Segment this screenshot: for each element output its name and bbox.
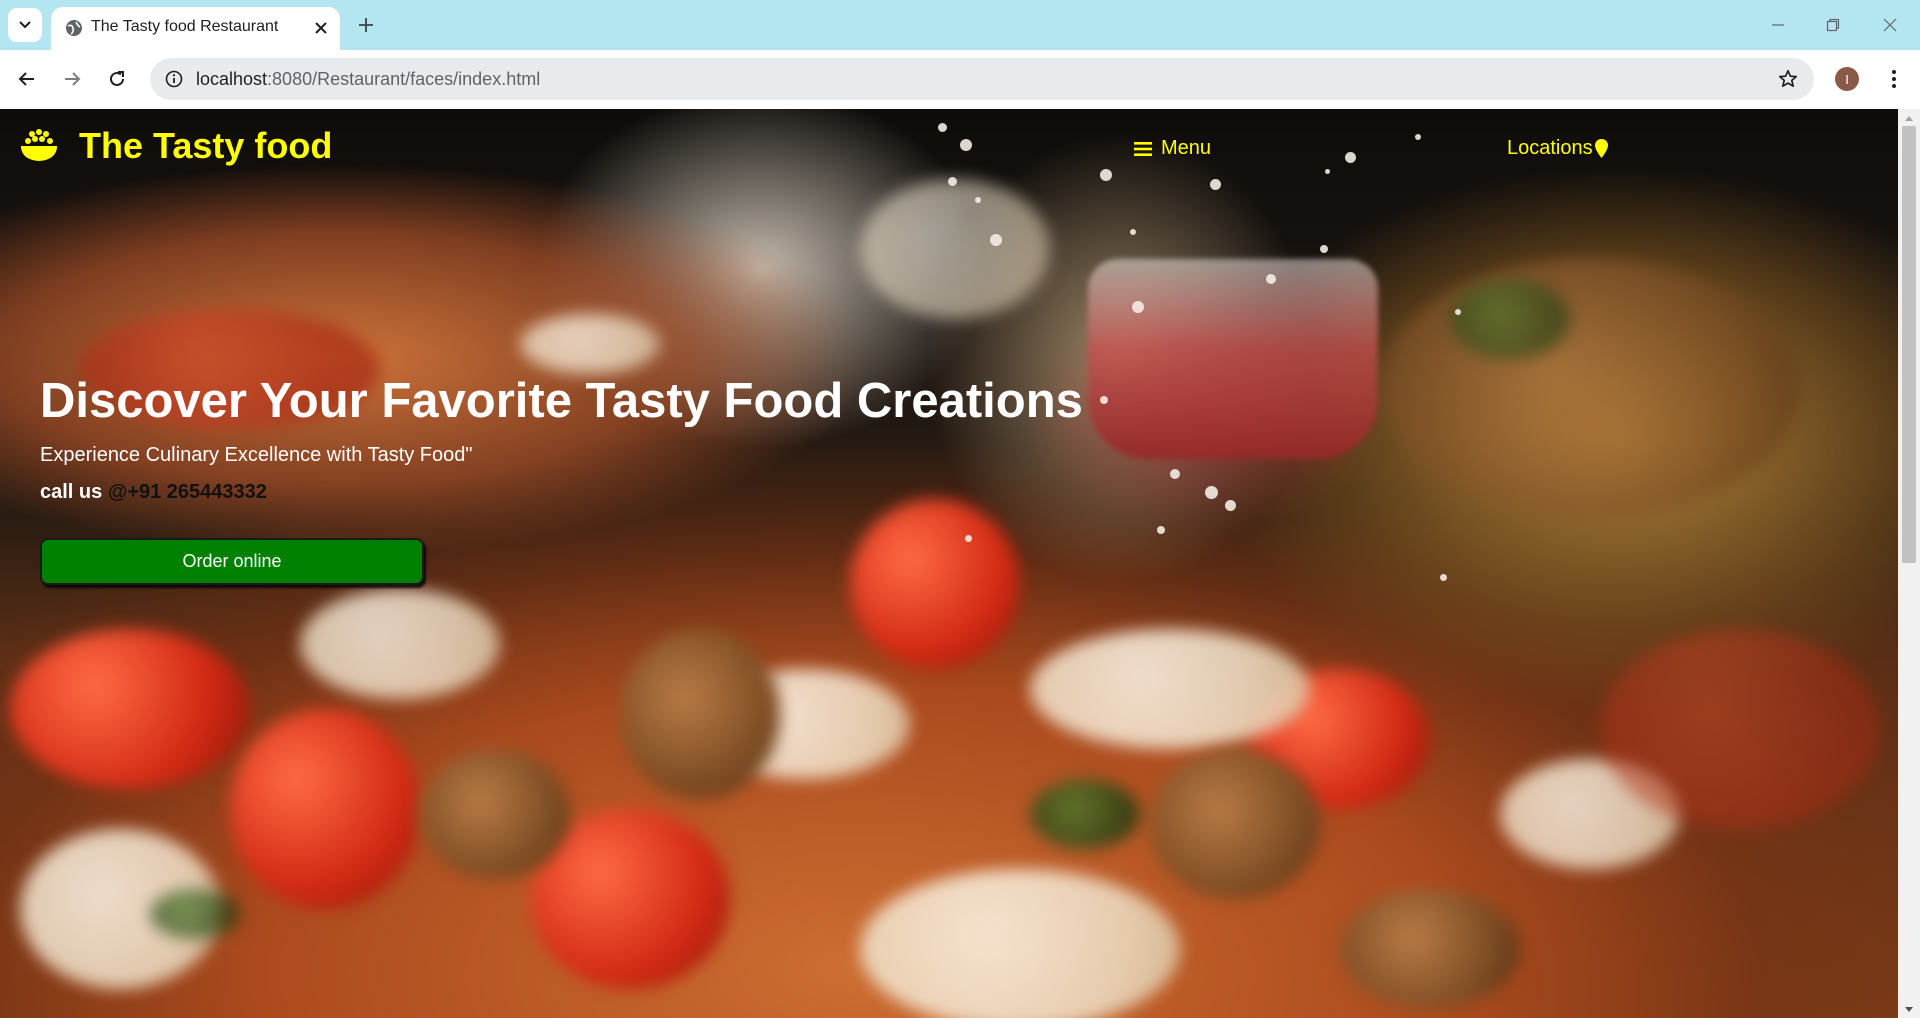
- browser-tab[interactable]: The Tasty food Restaurant: [51, 7, 340, 50]
- arrow-right-icon: [65, 72, 81, 86]
- browser-menu-button[interactable]: [1878, 63, 1910, 95]
- brand-link[interactable]: The Tasty food: [20, 125, 332, 167]
- order-online-button[interactable]: Order online: [40, 538, 424, 585]
- new-tab-button[interactable]: [352, 11, 380, 39]
- scroll-up-button[interactable]: [1898, 109, 1920, 126]
- scroll-down-button[interactable]: [1898, 1001, 1920, 1018]
- food-bowl-icon: [21, 129, 57, 161]
- url-path: :8080/Restaurant/faces/index.html: [267, 69, 541, 89]
- nav-locations-link[interactable]: Locations: [1507, 137, 1609, 160]
- hero-background-photo: [860, 179, 1050, 319]
- call-prefix: call us: [40, 481, 108, 503]
- sauce-cup-decoration: [1088, 259, 1378, 459]
- hero-call-us: call us @+91 265443332: [40, 481, 267, 504]
- nav-locations-label: Locations: [1507, 137, 1593, 159]
- back-button[interactable]: [7, 59, 47, 99]
- tab-close-button[interactable]: [310, 17, 332, 39]
- hamburger-icon: [1134, 141, 1152, 156]
- hero-title: Discover Your Favorite Tasty Food Creati…: [40, 374, 1083, 428]
- tab-title: The Tasty food Restaurant: [91, 18, 279, 35]
- caret-up-icon: [1905, 115, 1913, 121]
- arrow-left-icon: [18, 72, 34, 86]
- reload-icon: [110, 71, 124, 86]
- nav-menu-link[interactable]: Menu: [1134, 137, 1211, 160]
- browser-toolbar: localhost:8080/Restaurant/faces/index.ht…: [0, 50, 1920, 109]
- close-icon: [1883, 18, 1897, 32]
- browser-chrome: The Tasty food Restaurant localhost:8080…: [0, 0, 1920, 109]
- address-bar[interactable]: localhost:8080/Restaurant/faces/index.ht…: [150, 58, 1814, 100]
- star-icon: [1778, 69, 1798, 88]
- site-info-button[interactable]: [158, 63, 190, 95]
- page-scrollbar[interactable]: [1898, 109, 1920, 1018]
- nav-menu-label: Menu: [1161, 137, 1212, 159]
- brand-name: The Tasty food: [79, 125, 333, 166]
- chevron-down-icon: [19, 21, 31, 29]
- restore-icon: [1826, 18, 1840, 32]
- hero-subtitle: Experience Culinary Excellence with Tast…: [40, 444, 473, 466]
- globe-icon: [66, 20, 82, 36]
- close-icon: [315, 22, 327, 34]
- site-navbar: The Tasty food Menu Locations: [0, 109, 1898, 179]
- caret-down-icon: [1905, 1006, 1913, 1012]
- info-icon: [165, 70, 183, 88]
- location-pin-icon: [1594, 139, 1608, 158]
- forward-button[interactable]: [52, 59, 92, 99]
- tab-strip: The Tasty food Restaurant: [0, 0, 1920, 50]
- url-host: localhost: [196, 69, 268, 89]
- minimize-icon: [1772, 24, 1784, 26]
- close-window-button[interactable]: [1870, 8, 1910, 42]
- page-viewport: The Tasty food Menu Locations Discover Y…: [0, 109, 1920, 1018]
- phone-number: @+91 265443332: [107, 481, 267, 503]
- bookmark-button[interactable]: [1772, 63, 1804, 95]
- hero-section: The Tasty food Menu Locations Discover Y…: [0, 109, 1898, 1018]
- url-text: localhost:8080/Restaurant/faces/index.ht…: [196, 69, 540, 90]
- tab-list-button[interactable]: [8, 8, 42, 42]
- profile-avatar[interactable]: I: [1835, 67, 1859, 91]
- scrollbar-thumb[interactable]: [1902, 126, 1916, 563]
- plus-icon: [359, 18, 373, 32]
- kebab-icon: [1892, 70, 1896, 88]
- restore-button[interactable]: [1813, 8, 1853, 42]
- reload-button[interactable]: [97, 59, 137, 99]
- minimize-button[interactable]: [1758, 8, 1798, 42]
